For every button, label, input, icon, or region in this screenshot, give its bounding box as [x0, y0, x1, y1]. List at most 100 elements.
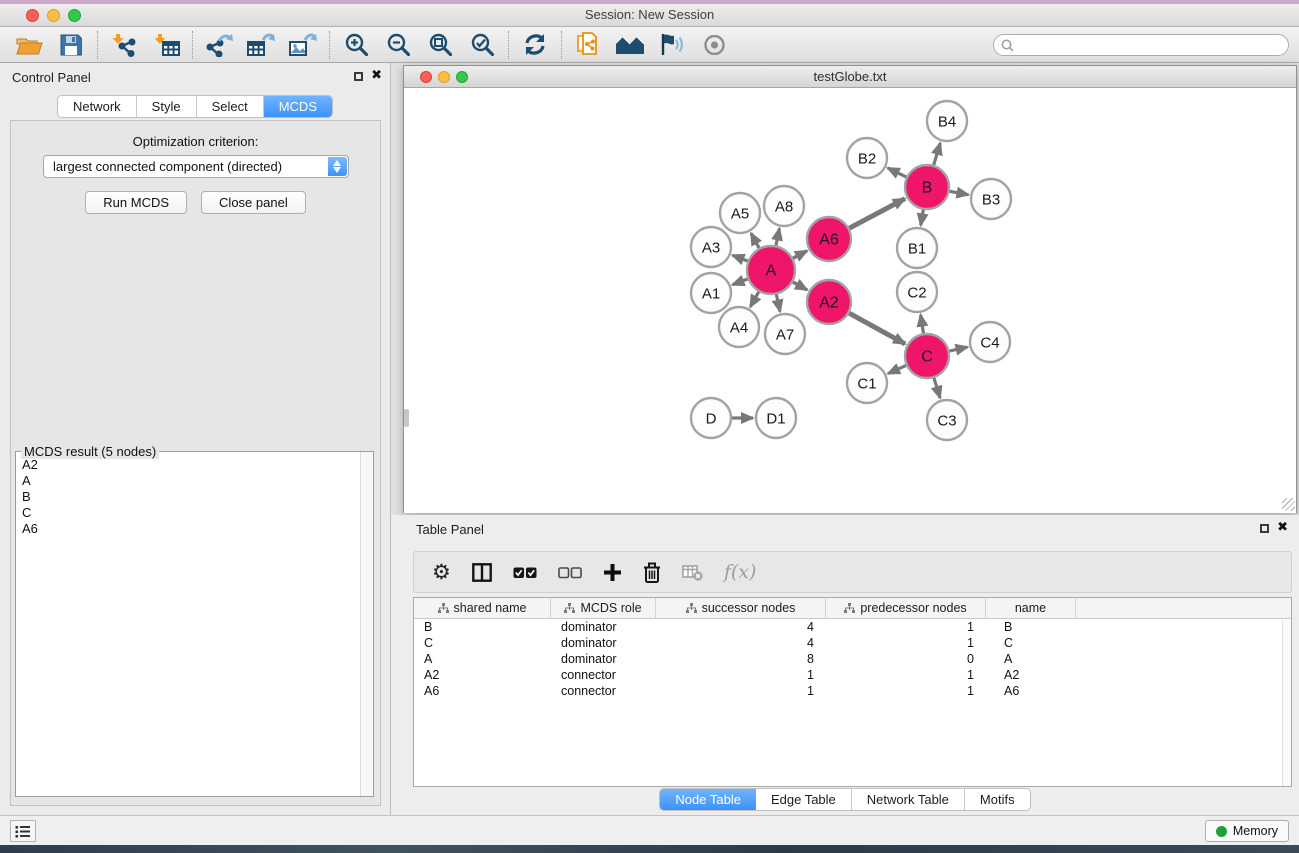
cell-shared-name[interactable]: A6 [414, 683, 551, 699]
tab-select[interactable]: Select [197, 96, 264, 117]
maximize-window-button[interactable] [68, 9, 81, 22]
close-window-button[interactable] [26, 9, 39, 22]
cell-name[interactable]: A [986, 651, 1076, 667]
hide-graphics-details-button[interactable] [651, 29, 693, 61]
table-row-A6[interactable]: A6connector11A6 [414, 683, 1291, 699]
close-panel-button[interactable]: Close panel [201, 191, 306, 214]
refresh-layout-button[interactable] [514, 29, 556, 61]
column-header-MCDS-role[interactable]: MCDS role [551, 598, 656, 618]
cell-name[interactable]: A6 [986, 683, 1076, 699]
canvas-scrollbar-thumb[interactable] [404, 409, 409, 427]
column-header-shared-name[interactable]: shared name [414, 598, 551, 618]
minimize-window-button[interactable] [47, 9, 60, 22]
delete-columns-button[interactable] [643, 562, 661, 583]
cell-shared-name[interactable]: B [414, 619, 551, 635]
import-network-button[interactable] [103, 29, 145, 61]
cell-successor-nodes[interactable]: 8 [656, 651, 826, 667]
node-B[interactable]: B [905, 165, 949, 209]
network-canvas[interactable]: AA1A2A3A4A5A6A7A8BB1B2B3B4CC1C2C3C4DD1 [404, 88, 1296, 513]
float-panel-icon[interactable] [354, 72, 363, 81]
close-panel-icon[interactable]: ✖ [371, 68, 382, 83]
node-A5[interactable]: A5 [720, 193, 760, 233]
cell-predecessor-nodes[interactable]: 1 [826, 667, 986, 683]
node-A8[interactable]: A8 [764, 186, 804, 226]
cell-MCDS-role[interactable]: dominator [551, 619, 656, 635]
tab-mcds[interactable]: MCDS [264, 96, 332, 117]
tab-network-table[interactable]: Network Table [852, 789, 965, 810]
node-C3[interactable]: C3 [927, 400, 967, 440]
zoom-in-button[interactable] [335, 29, 377, 61]
result-item-A2[interactable]: A2 [22, 457, 360, 473]
edge-C-C1[interactable] [888, 364, 909, 373]
task-history-button[interactable] [10, 820, 36, 842]
node-C[interactable]: C [905, 334, 949, 378]
cell-predecessor-nodes[interactable]: 1 [826, 683, 986, 699]
split-view-button[interactable] [472, 563, 492, 582]
result-item-A[interactable]: A [22, 473, 360, 489]
edge-C-C3[interactable] [933, 375, 940, 398]
network-close-button[interactable] [420, 71, 432, 83]
close-table-panel-icon[interactable]: ✖ [1277, 520, 1288, 535]
cell-predecessor-nodes[interactable]: 0 [826, 651, 986, 667]
node-A3[interactable]: A3 [691, 227, 731, 267]
network-minimize-button[interactable] [438, 71, 450, 83]
tab-style[interactable]: Style [137, 96, 197, 117]
edge-B-B2[interactable] [888, 168, 909, 178]
tab-node-table[interactable]: Node Table [660, 789, 756, 810]
zoom-selected-button[interactable] [461, 29, 503, 61]
node-B1[interactable]: B1 [897, 228, 937, 268]
cell-name[interactable]: B [986, 619, 1076, 635]
edge-A6-B[interactable] [847, 199, 905, 230]
column-header-name[interactable]: name [986, 598, 1076, 618]
cell-shared-name[interactable]: A2 [414, 667, 551, 683]
cell-shared-name[interactable]: A [414, 651, 551, 667]
node-A7[interactable]: A7 [765, 314, 805, 354]
result-scrollbar[interactable] [360, 452, 373, 796]
cell-MCDS-role[interactable]: connector [551, 667, 656, 683]
export-table-button[interactable] [240, 29, 282, 61]
zoom-out-button[interactable] [377, 29, 419, 61]
node-A2[interactable]: A2 [807, 280, 851, 324]
node-C2[interactable]: C2 [897, 272, 937, 312]
tab-motifs[interactable]: Motifs [965, 789, 1030, 810]
node-A4[interactable]: A4 [719, 307, 759, 347]
cell-MCDS-role[interactable]: dominator [551, 651, 656, 667]
table-row-B[interactable]: Bdominator41B [414, 619, 1291, 635]
delete-table-button[interactable] [682, 563, 703, 581]
cell-successor-nodes[interactable]: 1 [656, 683, 826, 699]
node-B2[interactable]: B2 [847, 138, 887, 178]
cell-name[interactable]: A2 [986, 667, 1076, 683]
edge-B-B3[interactable] [947, 191, 969, 195]
node-C4[interactable]: C4 [970, 322, 1010, 362]
node-A6[interactable]: A6 [807, 217, 851, 261]
zoom-fit-button[interactable] [419, 29, 461, 61]
tab-edge-table[interactable]: Edge Table [756, 789, 852, 810]
network-window-titlebar[interactable]: testGlobe.txt [404, 66, 1296, 88]
window-resize-grip[interactable] [1282, 498, 1295, 511]
network-from-selection-button[interactable] [567, 29, 609, 61]
float-table-panel-icon[interactable] [1260, 524, 1269, 533]
table-settings-button[interactable]: ⚙ [432, 562, 451, 582]
network-graph[interactable]: AA1A2A3A4A5A6A7A8BB1B2B3B4CC1C2C3C4DD1 [404, 88, 1296, 513]
node-D1[interactable]: D1 [756, 398, 796, 438]
network-maximize-button[interactable] [456, 71, 468, 83]
node-B3[interactable]: B3 [971, 179, 1011, 219]
cell-successor-nodes[interactable]: 4 [656, 635, 826, 651]
cell-predecessor-nodes[interactable]: 1 [826, 619, 986, 635]
open-session-button[interactable] [8, 29, 50, 61]
edge-A2-C[interactable] [847, 312, 906, 344]
edge-B-B4[interactable] [933, 143, 941, 168]
cell-MCDS-role[interactable]: dominator [551, 635, 656, 651]
export-image-button[interactable] [282, 29, 324, 61]
result-item-C[interactable]: C [22, 505, 360, 521]
result-item-B[interactable]: B [22, 489, 360, 505]
search-field[interactable] [993, 34, 1289, 56]
table-scrollbar[interactable] [1282, 620, 1291, 786]
criterion-dropdown[interactable]: largest connected component (directed) [43, 155, 349, 178]
cell-predecessor-nodes[interactable]: 1 [826, 635, 986, 651]
column-header-predecessor-nodes[interactable]: predecessor nodes [826, 598, 986, 618]
import-table-button[interactable] [145, 29, 187, 61]
deselect-all-rows-button[interactable] [558, 566, 582, 579]
add-column-button[interactable] [603, 563, 622, 582]
node-C1[interactable]: C1 [847, 363, 887, 403]
